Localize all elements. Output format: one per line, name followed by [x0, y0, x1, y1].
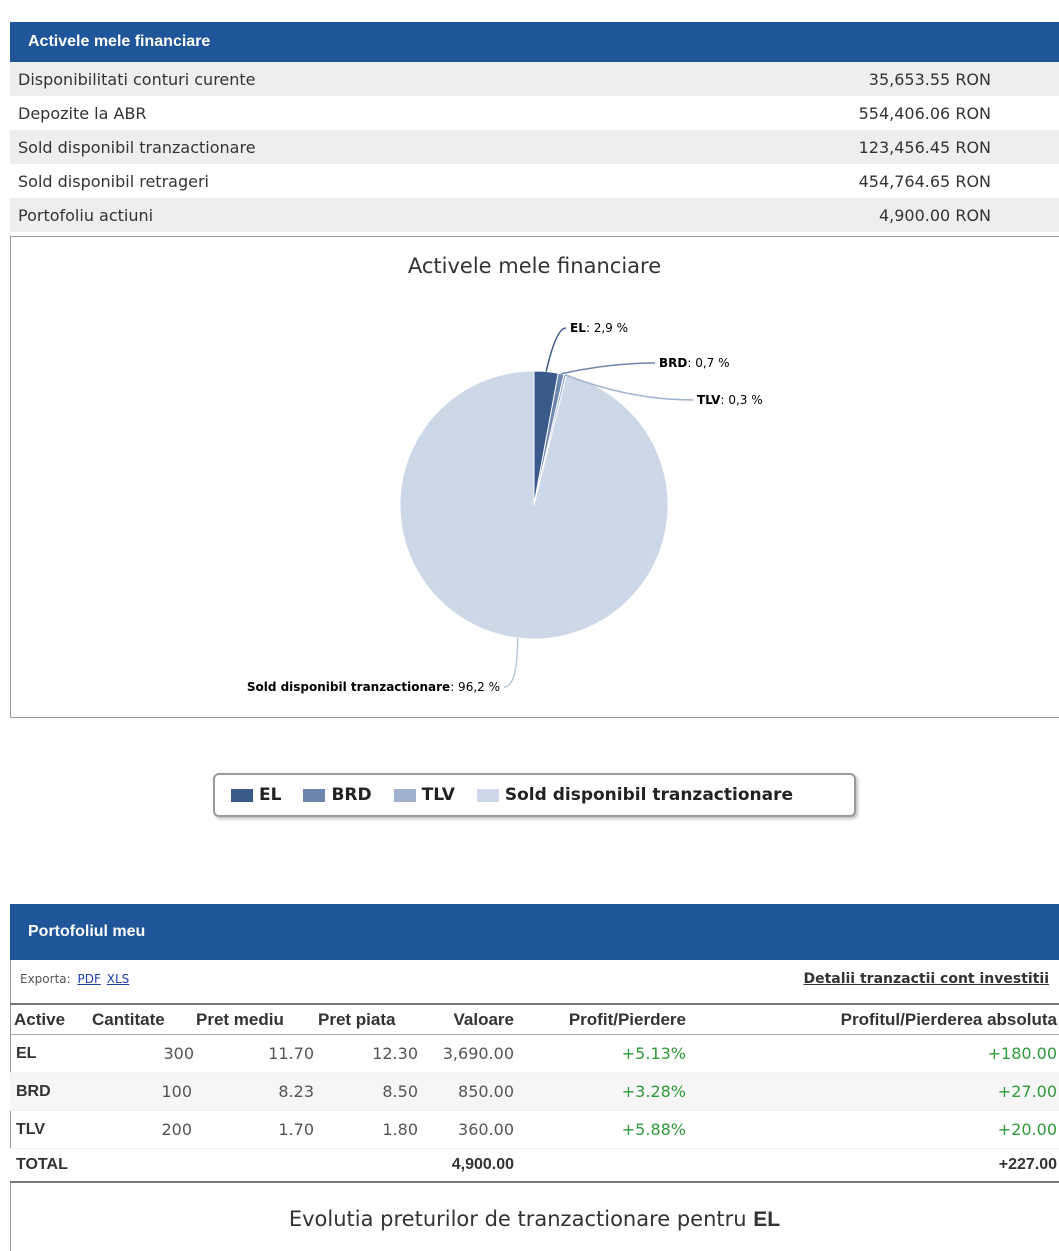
portfolio-panel-header: Portofoliul meu — [10, 904, 1059, 960]
empty-cell — [194, 1148, 316, 1183]
export-group: Exporta: PDF XLS — [20, 972, 129, 986]
cell-quantity: 300 — [90, 1034, 194, 1073]
asset-label: Disponibilitati conturi curente — [18, 69, 256, 89]
legend-item-el[interactable]: EL — [231, 785, 281, 805]
pie-data-label: TLV: 0,3 % — [697, 393, 763, 407]
export-bar: Exporta: PDF XLS Detalii tranzactii cont… — [10, 960, 1059, 1000]
transaction-details-link[interactable]: Detalii tranzactii cont investitii — [803, 971, 1049, 987]
legend-label: TLV — [421, 785, 455, 805]
legend-item-sold[interactable]: Sold disponibil tranzactionare — [476, 785, 793, 805]
evolution-chart-title: Evolutia preturilor de tranzactionare pe… — [10, 1207, 1059, 1232]
legend-swatch — [476, 788, 499, 802]
legend-swatch — [303, 788, 326, 802]
table-row[interactable]: BRD 100 8.23 8.50 850.00 +3.28% +27.00 — [10, 1072, 1059, 1111]
cell-symbol: BRD — [10, 1072, 90, 1111]
pie-slice-sold-disponibil-tranzactionare[interactable] — [399, 370, 669, 640]
table-header-row: Active Cantitate Pret mediu Pret piata V… — [10, 1003, 1059, 1035]
asset-row: Disponibilitati conturi curente 35,653.5… — [10, 62, 1059, 96]
cell-symbol: EL — [10, 1034, 90, 1073]
asset-value: 4,900.00 RON — [878, 205, 991, 225]
assets-panel-title: Activele mele financiare — [28, 33, 211, 50]
cell-profit-abs: +20.00 — [688, 1110, 1059, 1149]
cell-profit-abs: +27.00 — [688, 1072, 1059, 1111]
column-header[interactable]: Cantitate — [90, 1003, 194, 1035]
pie-data-label: Sold disponibil tranzactionare: 96,2 % — [247, 680, 500, 694]
asset-value: 123,456.45 RON — [858, 137, 991, 157]
cell-quantity: 100 — [90, 1072, 194, 1111]
asset-label: Depozite la ABR — [18, 103, 147, 123]
export-pdf-link[interactable]: PDF — [78, 972, 101, 986]
cell-profit-pct: +5.88% — [516, 1110, 688, 1149]
column-header[interactable]: Active — [10, 1003, 90, 1035]
asset-row: Sold disponibil retrageri 454,764.65 RON — [10, 164, 1059, 198]
cell-avg-price: 1.70 — [194, 1110, 316, 1149]
cell-avg-price: 11.70 — [194, 1034, 316, 1073]
asset-row: Portofoliu actiuni 4,900.00 RON — [10, 198, 1059, 232]
legend-label: Sold disponibil tranzactionare — [504, 785, 793, 805]
asset-value: 554,406.06 RON — [858, 103, 991, 123]
cell-symbol: TLV — [10, 1110, 90, 1149]
legend-item-brd[interactable]: BRD — [303, 785, 372, 805]
portfolio-panel-title: Portofoliul meu — [28, 923, 146, 940]
pie-chart: EL: 2,9 % BRD: 0,7 % TLV: 0,3 % Sold dispon… — [247, 321, 763, 694]
asset-value: 454,764.65 RON — [858, 171, 991, 191]
legend-swatch — [231, 788, 253, 802]
total-value: 4,900.00 — [420, 1148, 516, 1183]
export-xls-link[interactable]: XLS — [107, 972, 130, 986]
assets-panel-header: Activele mele financiare — [10, 22, 1059, 62]
cell-avg-price: 8.23 — [194, 1072, 316, 1111]
evolution-title-prefix: Evolutia preturilor de tranzactionare pe… — [288, 1207, 747, 1231]
chart-legend: EL BRD TLV Sold disponibil tranzactionar… — [213, 773, 856, 817]
cell-value: 3,690.00 — [420, 1034, 516, 1073]
table-row[interactable]: EL 300 11.70 12.30 3,690.00 +5.13% +180.… — [10, 1034, 1059, 1073]
total-profit-abs: +227.00 — [688, 1148, 1059, 1183]
empty-cell — [316, 1148, 420, 1183]
column-header[interactable]: Pret mediu — [194, 1003, 316, 1035]
empty-cell — [516, 1148, 688, 1183]
cell-profit-pct: +3.28% — [516, 1072, 688, 1111]
column-header[interactable]: Valoare — [420, 1003, 516, 1035]
export-label: Exporta: — [20, 972, 71, 986]
cell-profit-pct: +5.13% — [516, 1034, 688, 1073]
evolution-title-symbol: EL — [753, 1208, 781, 1231]
asset-label: Sold disponibil retrageri — [18, 171, 209, 191]
column-header[interactable]: Pret piata — [316, 1003, 420, 1035]
pie-data-label: BRD: 0,7 % — [659, 356, 730, 370]
legend-item-tlv[interactable]: TLV — [393, 785, 455, 805]
pie-connector — [503, 637, 519, 688]
assets-table: Disponibilitati conturi curente 35,653.5… — [10, 62, 1059, 232]
cell-value: 850.00 — [420, 1072, 516, 1111]
legend-swatch — [393, 788, 416, 802]
cell-market-price: 1.80 — [316, 1110, 420, 1149]
asset-row: Depozite la ABR 554,406.06 RON — [10, 96, 1059, 130]
cell-value: 360.00 — [420, 1110, 516, 1149]
empty-cell — [90, 1148, 194, 1183]
table-total-row: TOTAL 4,900.00 +227.00 — [10, 1148, 1059, 1183]
total-label: TOTAL — [10, 1148, 90, 1183]
cell-market-price: 8.50 — [316, 1072, 420, 1111]
asset-value: 35,653.55 RON — [868, 69, 991, 89]
asset-row: Sold disponibil tranzactionare 123,456.4… — [10, 130, 1059, 164]
pie-connector — [560, 362, 656, 375]
asset-label: Portofoliu actiuni — [18, 205, 154, 225]
legend-label: BRD — [331, 785, 372, 805]
asset-label: Sold disponibil tranzactionare — [18, 137, 256, 157]
cell-profit-abs: +180.00 — [688, 1034, 1059, 1073]
legend-label: EL — [259, 785, 282, 805]
pie-connector — [545, 327, 567, 372]
cell-quantity: 200 — [90, 1110, 194, 1149]
portfolio-table: Active Cantitate Pret mediu Pret piata V… — [10, 1003, 1059, 1183]
pie-data-label: EL: 2,9 % — [570, 321, 628, 335]
column-header[interactable]: Profitul/Pierderea absoluta — [688, 1003, 1059, 1035]
column-header[interactable]: Profit/Pierdere — [516, 1003, 688, 1035]
cell-market-price: 12.30 — [316, 1034, 420, 1073]
table-row[interactable]: TLV 200 1.70 1.80 360.00 +5.88% +20.00 — [10, 1110, 1059, 1149]
